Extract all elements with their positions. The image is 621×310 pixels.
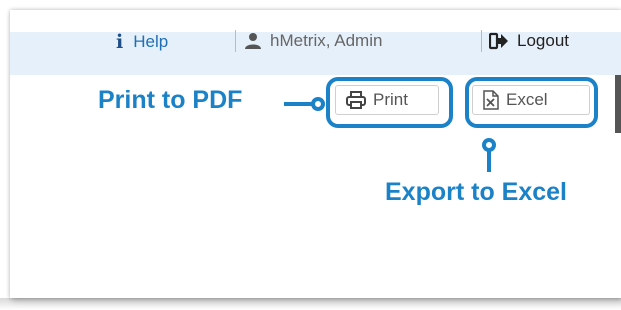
callout-connectors — [284, 97, 496, 172]
export-to-excel-callout: Export to Excel — [385, 178, 567, 206]
excel-connector-dot — [482, 138, 496, 152]
print-connector-dot — [311, 97, 325, 111]
toolbar-edge — [615, 75, 621, 133]
print-to-pdf-callout: Print to PDF — [98, 86, 243, 114]
